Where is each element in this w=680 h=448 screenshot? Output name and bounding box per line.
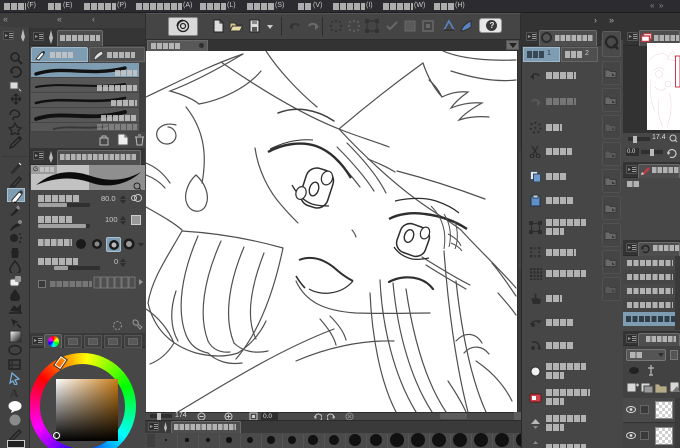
svg-text:A: A (10, 386, 19, 399)
